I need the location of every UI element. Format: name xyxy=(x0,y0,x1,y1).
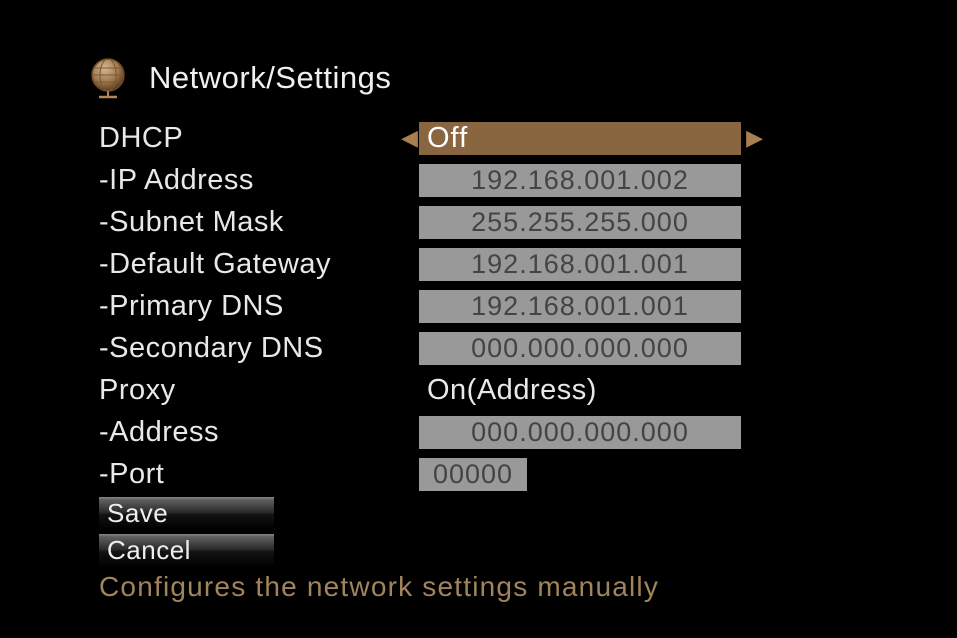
settings-panel: Network/Settings DHCP ◀ Off ▶ -IP Addres… xyxy=(85,55,845,603)
cancel-button[interactable]: Cancel xyxy=(99,534,274,567)
subnet-field[interactable]: 255.255.255.000 xyxy=(419,206,741,239)
row-gateway: -Default Gateway 192.168.001.001 xyxy=(99,245,845,283)
primary-dns-field[interactable]: 192.168.001.001 xyxy=(419,290,741,323)
label-address: -Address xyxy=(99,416,419,449)
label-ip: -IP Address xyxy=(99,164,419,197)
ip-field[interactable]: 192.168.001.002 xyxy=(419,164,741,197)
label-dns1: -Primary DNS xyxy=(99,290,419,323)
label-proxy: Proxy xyxy=(99,374,419,407)
hint-text: Configures the network settings manually xyxy=(99,571,845,603)
gateway-field[interactable]: 192.168.001.001 xyxy=(419,248,741,281)
settings-rows: DHCP ◀ Off ▶ -IP Address 192.168.001.002… xyxy=(85,119,845,493)
row-subnet: -Subnet Mask 255.255.255.000 xyxy=(99,203,845,241)
label-subnet: -Subnet Mask xyxy=(99,206,419,239)
panel-header: Network/Settings xyxy=(85,55,845,101)
proxy-address-field[interactable]: 000.000.000.000 xyxy=(419,416,741,449)
chevron-right-icon[interactable]: ▶ xyxy=(746,125,763,151)
label-port: -Port xyxy=(99,458,419,491)
proxy-value[interactable]: On(Address) xyxy=(419,374,597,407)
row-dhcp: DHCP ◀ Off ▶ xyxy=(99,119,845,157)
dhcp-selector[interactable]: ◀ Off ▶ xyxy=(419,122,741,155)
globe-icon xyxy=(85,55,131,101)
label-gateway: -Default Gateway xyxy=(99,248,419,281)
secondary-dns-field[interactable]: 000.000.000.000 xyxy=(419,332,741,365)
label-dns2: -Secondary DNS xyxy=(99,332,419,365)
proxy-port-field[interactable]: 00000 xyxy=(419,458,527,491)
row-address: -Address 000.000.000.000 xyxy=(99,413,845,451)
dhcp-value[interactable]: Off xyxy=(419,122,741,155)
row-proxy: Proxy On(Address) xyxy=(99,371,845,409)
row-ip: -IP Address 192.168.001.002 xyxy=(99,161,845,199)
row-dns1: -Primary DNS 192.168.001.001 xyxy=(99,287,845,325)
page-title: Network/Settings xyxy=(149,60,391,96)
row-port: -Port 00000 xyxy=(99,455,845,493)
row-dns2: -Secondary DNS 000.000.000.000 xyxy=(99,329,845,367)
label-dhcp: DHCP xyxy=(99,122,419,155)
chevron-left-icon[interactable]: ◀ xyxy=(401,125,418,151)
save-button[interactable]: Save xyxy=(99,497,274,530)
